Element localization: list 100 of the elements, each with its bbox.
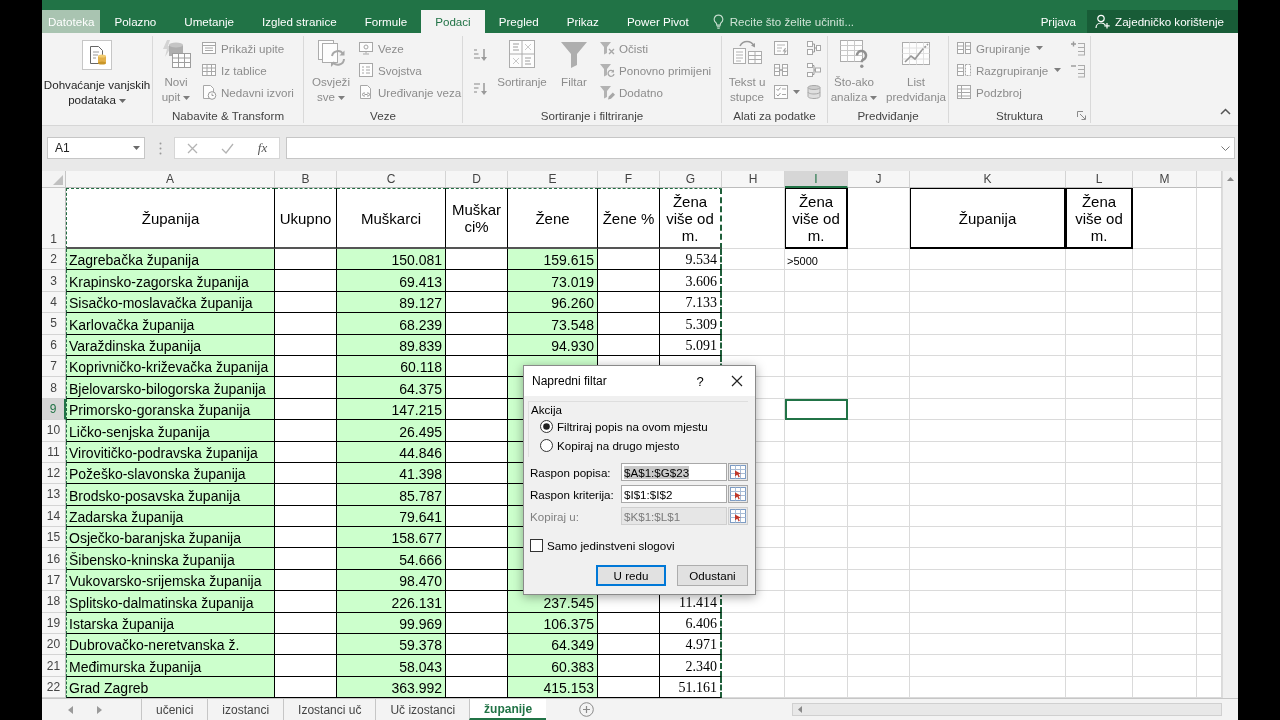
add-sheet-icon[interactable]	[579, 702, 595, 718]
column-header[interactable]: J	[848, 171, 910, 188]
active-cell[interactable]	[785, 398, 848, 421]
ribbon-tab[interactable]: Polazno	[100, 10, 171, 33]
sheet-tab[interactable]: izostanci	[207, 699, 284, 720]
row-header[interactable]: 7	[42, 355, 66, 378]
grid-question-icon	[838, 38, 870, 70]
row-header[interactable]: 2	[42, 249, 66, 271]
row-header[interactable]: 20	[42, 634, 66, 656]
table-cell	[785, 569, 848, 592]
row-header[interactable]: 6	[42, 334, 66, 356]
row-header[interactable]: 9	[42, 398, 66, 421]
column-header[interactable]: F	[598, 171, 660, 188]
column-header[interactable]: D	[446, 171, 508, 188]
column-header[interactable]: B	[275, 171, 337, 188]
input-field[interactable]: $A$1:$G$23	[621, 463, 727, 481]
checkbox-label[interactable]: Samo jedinstveni slogovi	[547, 538, 675, 552]
row-header[interactable]: 10	[42, 420, 66, 442]
window-icon	[201, 40, 217, 56]
table-cell	[785, 291, 848, 314]
range-picker-button[interactable]	[728, 463, 748, 481]
row-header[interactable]: 8	[42, 377, 66, 399]
column-header[interactable]: H	[722, 171, 785, 188]
row-header[interactable]: 4	[42, 291, 66, 314]
row-header[interactable]: 17	[42, 569, 66, 592]
sheet-tab[interactable]: učenici	[141, 699, 208, 720]
row-header[interactable]: 15	[42, 527, 66, 549]
vertical-scrollbar[interactable]	[1222, 171, 1238, 699]
dialog-button[interactable]: Odustani	[677, 565, 748, 586]
row-header[interactable]: 14	[42, 505, 66, 528]
tell-me-field[interactable]: Recite što želite učiniti...	[729, 15, 880, 28]
table-cell	[1066, 334, 1133, 356]
arrow-right-icon[interactable]	[97, 705, 102, 714]
column-header[interactable]: I	[785, 171, 848, 188]
ribbon-tab[interactable]: Prikaz	[552, 10, 613, 33]
table-cell	[848, 462, 910, 485]
table-cell: 98.470	[337, 569, 446, 592]
radio-button[interactable]	[540, 420, 553, 433]
column-header[interactable]: L	[1066, 171, 1133, 188]
sheet-tab[interactable]: županije	[469, 699, 547, 720]
column-header[interactable]: E	[508, 171, 598, 188]
ribbon-tab[interactable]: Pregled	[484, 10, 553, 33]
ribbon-tab[interactable]: Izgled stranice	[247, 10, 351, 33]
row-header[interactable]: 18	[42, 591, 66, 613]
row-header[interactable]: 5	[42, 313, 66, 335]
row-header[interactable]: 3	[42, 270, 66, 292]
sheet-tab[interactable]: Izostanci uč	[283, 699, 376, 720]
row-header[interactable]: 1	[42, 188, 66, 249]
radio-label[interactable]: Filtriraj popis na ovom mjestu	[557, 420, 708, 433]
table-cell: Županija	[66, 188, 275, 249]
radio-label[interactable]: Kopiraj na drugo mjesto	[557, 439, 680, 452]
row-header[interactable]: 11	[42, 441, 66, 463]
check-icon[interactable]	[221, 142, 235, 154]
table-cell	[848, 398, 910, 421]
share-button[interactable]: Zajedničko korištenje	[1087, 10, 1238, 33]
checkbox[interactable]	[530, 538, 543, 552]
row-header[interactable]: 12	[42, 462, 66, 485]
collapse-icon[interactable]	[1220, 108, 1231, 115]
cancel-icon[interactable]	[186, 142, 198, 154]
insert-function-button[interactable]: fx	[257, 140, 268, 156]
select-all-icon[interactable]	[53, 175, 63, 185]
column-header[interactable]	[1197, 171, 1222, 188]
table-cell	[848, 420, 910, 442]
column-header[interactable]: A	[66, 171, 275, 188]
column-header[interactable]: M	[1133, 171, 1197, 188]
row-header[interactable]: 16	[42, 548, 66, 570]
document-database-icon	[82, 39, 112, 71]
input-field[interactable]: $I$1:$I$2	[621, 485, 727, 503]
row-header[interactable]: 13	[42, 484, 66, 506]
sign-in-link[interactable]: Prijava	[1040, 10, 1077, 33]
column-header[interactable]: K	[910, 171, 1066, 188]
table-arrow-icon	[730, 487, 746, 501]
dialog-launcher-icon[interactable]	[1077, 110, 1086, 120]
dialog-button[interactable]: U redu	[596, 565, 666, 586]
ribbon-button[interactable]: Dohvaćanje vanjskih podataka	[42, 36, 153, 107]
table-cell	[785, 634, 848, 656]
horizontal-scrollbar[interactable]	[792, 703, 1222, 717]
row-header[interactable]: 19	[42, 612, 66, 635]
table-cell	[1197, 634, 1222, 656]
arrow-left-icon	[798, 706, 802, 714]
table-cell: 4.971	[660, 634, 722, 656]
help-button[interactable]: ?	[687, 373, 713, 389]
range-picker-button[interactable]	[728, 507, 748, 525]
name-box[interactable]: A1	[47, 137, 145, 159]
column-header[interactable]: C	[337, 171, 446, 188]
range-picker-button[interactable]	[728, 485, 748, 503]
table-cell: 7.133	[660, 291, 722, 314]
ribbon-tab[interactable]: Power Pivot	[612, 10, 703, 33]
ribbon-tab[interactable]: Podaci	[421, 10, 485, 33]
ribbon-tab[interactable]: Formule	[350, 10, 422, 33]
radio-button[interactable]	[540, 439, 553, 452]
formula-field[interactable]	[286, 137, 1235, 159]
table-cell	[1133, 398, 1197, 421]
ribbon-tab[interactable]: Umetanje	[170, 10, 248, 33]
row-header[interactable]: 21	[42, 655, 66, 677]
arrow-left-icon[interactable]	[68, 705, 73, 714]
column-header[interactable]: G	[660, 171, 722, 188]
row-header[interactable]: 22	[42, 676, 66, 699]
lightbulb-icon	[712, 14, 724, 29]
table-cell	[785, 441, 848, 463]
